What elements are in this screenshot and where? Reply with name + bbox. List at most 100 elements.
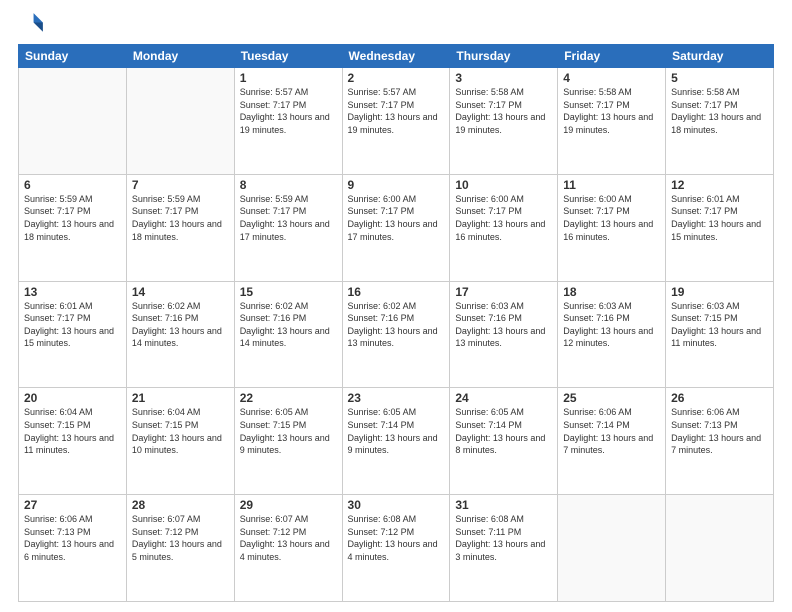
calendar-cell: 23Sunrise: 6:05 AM Sunset: 7:14 PM Dayli…: [342, 388, 450, 495]
logo: [18, 10, 50, 38]
day-number: 9: [348, 178, 445, 192]
day-info: Sunrise: 6:08 AM Sunset: 7:12 PM Dayligh…: [348, 513, 445, 563]
day-number: 31: [455, 498, 552, 512]
calendar-week-2: 6Sunrise: 5:59 AM Sunset: 7:17 PM Daylig…: [19, 174, 774, 281]
day-info: Sunrise: 6:02 AM Sunset: 7:16 PM Dayligh…: [132, 300, 229, 350]
calendar-week-1: 1Sunrise: 5:57 AM Sunset: 7:17 PM Daylig…: [19, 68, 774, 175]
page: SundayMondayTuesdayWednesdayThursdayFrid…: [0, 0, 792, 612]
day-number: 5: [671, 71, 768, 85]
calendar-week-4: 20Sunrise: 6:04 AM Sunset: 7:15 PM Dayli…: [19, 388, 774, 495]
day-header-friday: Friday: [558, 45, 666, 68]
day-number: 30: [348, 498, 445, 512]
calendar-cell: 13Sunrise: 6:01 AM Sunset: 7:17 PM Dayli…: [19, 281, 127, 388]
day-info: Sunrise: 6:00 AM Sunset: 7:17 PM Dayligh…: [455, 193, 552, 243]
calendar-cell: 29Sunrise: 6:07 AM Sunset: 7:12 PM Dayli…: [234, 495, 342, 602]
day-info: Sunrise: 5:59 AM Sunset: 7:17 PM Dayligh…: [132, 193, 229, 243]
day-info: Sunrise: 6:02 AM Sunset: 7:16 PM Dayligh…: [240, 300, 337, 350]
day-header-tuesday: Tuesday: [234, 45, 342, 68]
calendar-cell: 8Sunrise: 5:59 AM Sunset: 7:17 PM Daylig…: [234, 174, 342, 281]
day-number: 25: [563, 391, 660, 405]
calendar-cell: 31Sunrise: 6:08 AM Sunset: 7:11 PM Dayli…: [450, 495, 558, 602]
day-info: Sunrise: 6:04 AM Sunset: 7:15 PM Dayligh…: [24, 406, 121, 456]
day-info: Sunrise: 6:03 AM Sunset: 7:15 PM Dayligh…: [671, 300, 768, 350]
day-number: 1: [240, 71, 337, 85]
calendar-cell: 14Sunrise: 6:02 AM Sunset: 7:16 PM Dayli…: [126, 281, 234, 388]
day-info: Sunrise: 5:58 AM Sunset: 7:17 PM Dayligh…: [563, 86, 660, 136]
day-number: 28: [132, 498, 229, 512]
calendar-week-5: 27Sunrise: 6:06 AM Sunset: 7:13 PM Dayli…: [19, 495, 774, 602]
calendar-cell: 28Sunrise: 6:07 AM Sunset: 7:12 PM Dayli…: [126, 495, 234, 602]
calendar-cell: 6Sunrise: 5:59 AM Sunset: 7:17 PM Daylig…: [19, 174, 127, 281]
day-number: 16: [348, 285, 445, 299]
calendar-cell: 26Sunrise: 6:06 AM Sunset: 7:13 PM Dayli…: [666, 388, 774, 495]
day-number: 29: [240, 498, 337, 512]
calendar-cell: 22Sunrise: 6:05 AM Sunset: 7:15 PM Dayli…: [234, 388, 342, 495]
day-info: Sunrise: 6:05 AM Sunset: 7:15 PM Dayligh…: [240, 406, 337, 456]
day-number: 8: [240, 178, 337, 192]
day-number: 17: [455, 285, 552, 299]
calendar-cell: 5Sunrise: 5:58 AM Sunset: 7:17 PM Daylig…: [666, 68, 774, 175]
day-info: Sunrise: 6:02 AM Sunset: 7:16 PM Dayligh…: [348, 300, 445, 350]
day-number: 10: [455, 178, 552, 192]
day-number: 15: [240, 285, 337, 299]
day-info: Sunrise: 5:58 AM Sunset: 7:17 PM Dayligh…: [671, 86, 768, 136]
day-number: 2: [348, 71, 445, 85]
calendar-cell: 10Sunrise: 6:00 AM Sunset: 7:17 PM Dayli…: [450, 174, 558, 281]
day-header-monday: Monday: [126, 45, 234, 68]
day-info: Sunrise: 6:06 AM Sunset: 7:13 PM Dayligh…: [24, 513, 121, 563]
calendar-cell: [126, 68, 234, 175]
calendar-cell: 9Sunrise: 6:00 AM Sunset: 7:17 PM Daylig…: [342, 174, 450, 281]
calendar-cell: 4Sunrise: 5:58 AM Sunset: 7:17 PM Daylig…: [558, 68, 666, 175]
calendar-cell: 27Sunrise: 6:06 AM Sunset: 7:13 PM Dayli…: [19, 495, 127, 602]
calendar-cell: 21Sunrise: 6:04 AM Sunset: 7:15 PM Dayli…: [126, 388, 234, 495]
day-number: 13: [24, 285, 121, 299]
calendar-cell: 19Sunrise: 6:03 AM Sunset: 7:15 PM Dayli…: [666, 281, 774, 388]
day-header-thursday: Thursday: [450, 45, 558, 68]
day-info: Sunrise: 6:00 AM Sunset: 7:17 PM Dayligh…: [563, 193, 660, 243]
calendar-header-row: SundayMondayTuesdayWednesdayThursdayFrid…: [19, 45, 774, 68]
calendar-cell: 2Sunrise: 5:57 AM Sunset: 7:17 PM Daylig…: [342, 68, 450, 175]
calendar-cell: 12Sunrise: 6:01 AM Sunset: 7:17 PM Dayli…: [666, 174, 774, 281]
calendar-cell: 20Sunrise: 6:04 AM Sunset: 7:15 PM Dayli…: [19, 388, 127, 495]
calendar-cell: 16Sunrise: 6:02 AM Sunset: 7:16 PM Dayli…: [342, 281, 450, 388]
day-number: 23: [348, 391, 445, 405]
calendar-cell: 30Sunrise: 6:08 AM Sunset: 7:12 PM Dayli…: [342, 495, 450, 602]
day-info: Sunrise: 5:57 AM Sunset: 7:17 PM Dayligh…: [240, 86, 337, 136]
day-info: Sunrise: 6:01 AM Sunset: 7:17 PM Dayligh…: [671, 193, 768, 243]
day-number: 6: [24, 178, 121, 192]
day-info: Sunrise: 5:57 AM Sunset: 7:17 PM Dayligh…: [348, 86, 445, 136]
day-info: Sunrise: 5:59 AM Sunset: 7:17 PM Dayligh…: [24, 193, 121, 243]
day-header-wednesday: Wednesday: [342, 45, 450, 68]
day-number: 19: [671, 285, 768, 299]
calendar-cell: [558, 495, 666, 602]
day-number: 4: [563, 71, 660, 85]
day-info: Sunrise: 5:58 AM Sunset: 7:17 PM Dayligh…: [455, 86, 552, 136]
day-info: Sunrise: 6:03 AM Sunset: 7:16 PM Dayligh…: [563, 300, 660, 350]
calendar-cell: 17Sunrise: 6:03 AM Sunset: 7:16 PM Dayli…: [450, 281, 558, 388]
day-info: Sunrise: 6:05 AM Sunset: 7:14 PM Dayligh…: [455, 406, 552, 456]
day-info: Sunrise: 6:08 AM Sunset: 7:11 PM Dayligh…: [455, 513, 552, 563]
header: [18, 10, 774, 38]
day-number: 7: [132, 178, 229, 192]
day-number: 22: [240, 391, 337, 405]
day-number: 18: [563, 285, 660, 299]
calendar: SundayMondayTuesdayWednesdayThursdayFrid…: [18, 44, 774, 602]
day-header-saturday: Saturday: [666, 45, 774, 68]
day-number: 3: [455, 71, 552, 85]
day-header-sunday: Sunday: [19, 45, 127, 68]
day-info: Sunrise: 6:00 AM Sunset: 7:17 PM Dayligh…: [348, 193, 445, 243]
day-info: Sunrise: 6:01 AM Sunset: 7:17 PM Dayligh…: [24, 300, 121, 350]
calendar-cell: 15Sunrise: 6:02 AM Sunset: 7:16 PM Dayli…: [234, 281, 342, 388]
day-info: Sunrise: 6:06 AM Sunset: 7:14 PM Dayligh…: [563, 406, 660, 456]
day-info: Sunrise: 6:07 AM Sunset: 7:12 PM Dayligh…: [240, 513, 337, 563]
day-number: 27: [24, 498, 121, 512]
day-info: Sunrise: 6:05 AM Sunset: 7:14 PM Dayligh…: [348, 406, 445, 456]
calendar-week-3: 13Sunrise: 6:01 AM Sunset: 7:17 PM Dayli…: [19, 281, 774, 388]
calendar-cell: 25Sunrise: 6:06 AM Sunset: 7:14 PM Dayli…: [558, 388, 666, 495]
day-info: Sunrise: 5:59 AM Sunset: 7:17 PM Dayligh…: [240, 193, 337, 243]
calendar-cell: 24Sunrise: 6:05 AM Sunset: 7:14 PM Dayli…: [450, 388, 558, 495]
calendar-cell: [19, 68, 127, 175]
day-number: 21: [132, 391, 229, 405]
day-number: 26: [671, 391, 768, 405]
day-info: Sunrise: 6:07 AM Sunset: 7:12 PM Dayligh…: [132, 513, 229, 563]
